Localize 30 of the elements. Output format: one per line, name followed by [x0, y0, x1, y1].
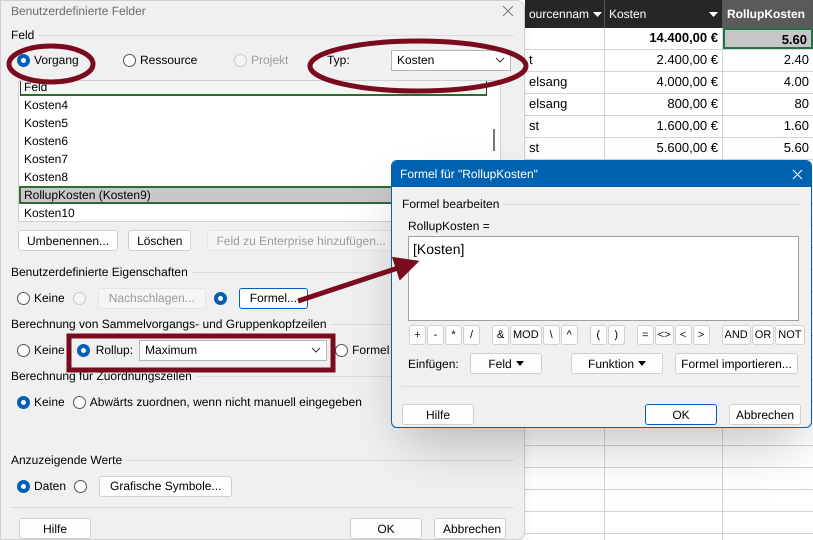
table-cell: 4.000,00 €	[605, 72, 723, 93]
formula-label: RollupKosten =	[407, 218, 491, 235]
group-label: Anzuzeigende Werte	[11, 452, 122, 469]
radio-label: Rollup:	[96, 342, 134, 359]
table-cell-text: 80	[794, 95, 810, 113]
group-label: Berechnung von Sammelvorgangs- und Gruppenkopfzeilen	[11, 316, 327, 333]
radio-label: Abwärts zuordnen, wenn nicht manuell eingegeben	[90, 394, 362, 411]
table-cell-text: 5.60	[782, 139, 810, 157]
table-cell-text: 2.40	[782, 51, 810, 69]
group-label: Feld	[11, 27, 34, 44]
window-title: Formel für "RollupKosten"	[400, 166, 538, 183]
radio-label: Formel	[352, 342, 390, 359]
radio-label: Keine	[34, 342, 65, 359]
radio-label: Vorgang	[34, 52, 79, 69]
radio-label: Keine	[34, 290, 65, 307]
type-label: Typ:	[327, 52, 351, 69]
table-cell: 800,00 €	[605, 94, 723, 115]
window-title: Benutzerdefinierte Felder	[11, 2, 146, 20]
table-cell: 2.400,00 €	[605, 50, 723, 71]
radio-label: Projekt	[251, 52, 288, 69]
table-cell-text: 1.60	[782, 117, 810, 135]
table-cell: 5.600,00 €	[605, 138, 723, 159]
radio-label: Ressource	[140, 52, 198, 69]
table-cell-text: 4.00	[782, 73, 810, 91]
radio-label: Keine	[34, 394, 65, 411]
insert-label: Einfügen:	[408, 356, 460, 372]
table-cell: 1.600,00 €	[605, 116, 723, 137]
group-label: Benutzerdefinierte Eigenschaften	[11, 264, 188, 281]
table-cell: 5.60	[723, 28, 813, 49]
radio-label: Daten	[34, 478, 66, 495]
